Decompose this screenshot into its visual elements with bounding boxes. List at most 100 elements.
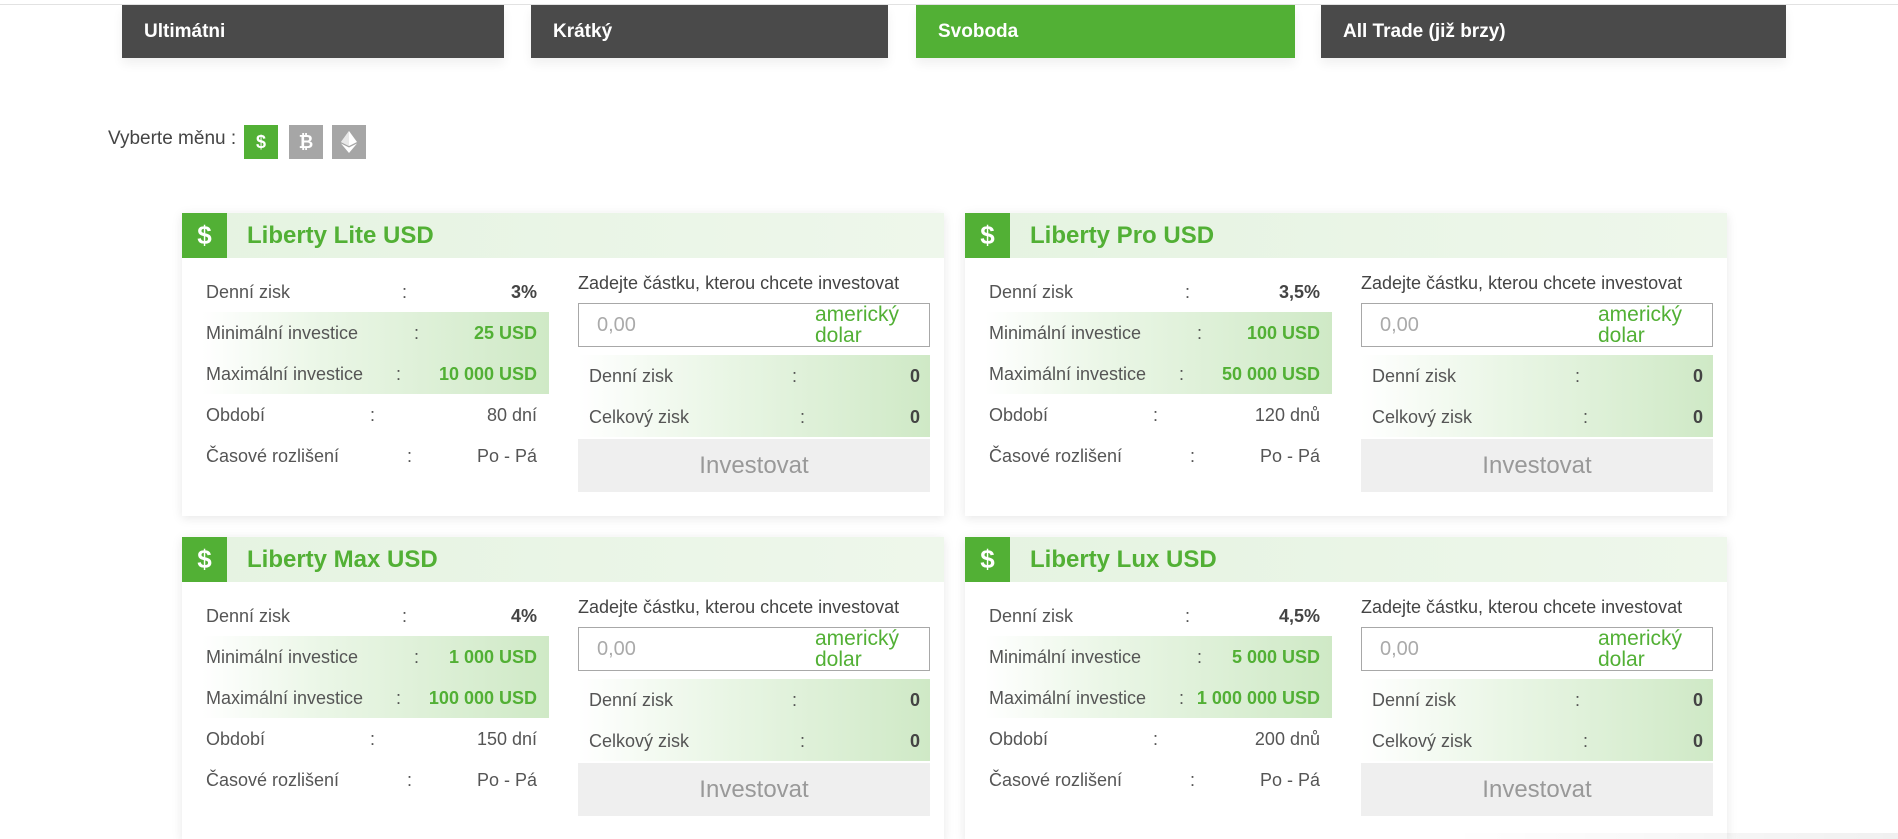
plan-detail-value: 3,5% bbox=[1278, 282, 1320, 302]
plan-detail-label: Denní zisk bbox=[989, 606, 1074, 626]
separator: : bbox=[1179, 364, 1185, 384]
total-profit-row: Celkový zisk : 0 bbox=[578, 396, 930, 437]
plan-title: Liberty Lite USD bbox=[247, 222, 434, 249]
amount-currency-unit: americký dolar bbox=[1598, 627, 1683, 671]
plan-detail-value: 200 dnů bbox=[1254, 729, 1320, 749]
plan-detail-row: Časové rozlišení : Po - Pá bbox=[985, 435, 1332, 476]
daily-profit-value: 0 bbox=[1692, 366, 1703, 386]
invest-button[interactable]: Investovat bbox=[1361, 763, 1713, 816]
total-profit-value: 0 bbox=[1692, 407, 1703, 427]
plan-detail-value: 4,5% bbox=[1278, 606, 1320, 626]
plan-detail-label: Období bbox=[989, 405, 1049, 425]
plan-details: Denní zisk : 4,5% Minimální investice : … bbox=[985, 595, 1332, 800]
separator: : bbox=[1153, 405, 1159, 425]
separator: : bbox=[1197, 323, 1203, 343]
plan-detail-row: Maximální investice : 1 000 000 USD bbox=[985, 677, 1332, 718]
plan-detail-label: Časové rozlišení bbox=[989, 446, 1123, 466]
dollar-icon: $ bbox=[182, 537, 227, 582]
page-shadow bbox=[1450, 833, 1898, 839]
separator: : bbox=[792, 690, 798, 710]
plan-detail-value: 1 000 USD bbox=[448, 647, 537, 667]
separator: : bbox=[800, 407, 806, 427]
invest-button[interactable]: Investovat bbox=[578, 763, 930, 816]
amount-input[interactable] bbox=[1362, 304, 1592, 346]
plan-detail-label: Období bbox=[206, 729, 266, 749]
plan-detail-label: Denní zisk bbox=[206, 282, 291, 302]
tab-all-trade[interactable]: All Trade (již brzy) bbox=[1321, 5, 1786, 58]
plan-card: $ Liberty Lux USD Denní zisk : 4,5% Mini… bbox=[965, 537, 1727, 839]
plan-detail-value: 3% bbox=[510, 282, 537, 302]
plan-detail-row: Denní zisk : 3,5% bbox=[985, 271, 1332, 312]
separator: : bbox=[370, 405, 376, 425]
plan-detail-value: 10 000 USD bbox=[438, 364, 537, 384]
separator: : bbox=[792, 366, 798, 386]
plan-header: $ Liberty Max USD bbox=[182, 537, 944, 582]
separator: : bbox=[414, 323, 420, 343]
amount-field: americký dolar bbox=[1361, 627, 1713, 671]
plan-detail-label: Denní zisk bbox=[989, 282, 1074, 302]
daily-profit-label: Denní zisk bbox=[589, 690, 674, 710]
plan-detail-value: 150 dní bbox=[476, 729, 537, 749]
separator: : bbox=[407, 770, 413, 790]
tab-svoboda[interactable]: Svoboda bbox=[916, 5, 1295, 58]
separator: : bbox=[1190, 446, 1196, 466]
currency-eth-button[interactable] bbox=[332, 125, 366, 159]
separator: : bbox=[402, 282, 408, 302]
tab-ultimatni[interactable]: Ultimátni bbox=[122, 5, 504, 58]
plan-detail-label: Časové rozlišení bbox=[206, 770, 340, 790]
daily-profit-label: Denní zisk bbox=[589, 366, 674, 386]
investment-calculator: Zadejte částku, kterou chcete investovat… bbox=[578, 271, 930, 492]
separator: : bbox=[396, 364, 402, 384]
daily-profit-value: 0 bbox=[909, 366, 920, 386]
amount-currency-unit: americký dolar bbox=[1598, 303, 1683, 347]
plan-detail-row: Minimální investice : 25 USD bbox=[202, 312, 549, 353]
separator: : bbox=[1190, 770, 1196, 790]
plan-detail-label: Období bbox=[989, 729, 1049, 749]
tab-kratky[interactable]: Krátký bbox=[531, 5, 888, 58]
investment-calculator: Zadejte částku, kterou chcete investovat… bbox=[1361, 595, 1713, 816]
plan-detail-value: 100 000 USD bbox=[428, 688, 537, 708]
plan-detail-value: 120 dnů bbox=[1254, 405, 1320, 425]
plan-detail-row: Období : 80 dní bbox=[202, 394, 549, 435]
amount-input[interactable] bbox=[579, 304, 809, 346]
total-profit-row: Celkový zisk : 0 bbox=[1361, 396, 1713, 437]
currency-selector-label: Vyberte měnu : bbox=[108, 128, 237, 149]
plan-title: Liberty Lux USD bbox=[1030, 546, 1217, 573]
plan-detail-value: Po - Pá bbox=[1259, 770, 1320, 790]
currency-usd-button[interactable]: $ bbox=[244, 125, 278, 159]
calculator-title: Zadejte částku, kterou chcete investovat bbox=[578, 273, 900, 293]
invest-button[interactable]: Investovat bbox=[1361, 439, 1713, 492]
plan-detail-row: Maximální investice : 100 000 USD bbox=[202, 677, 549, 718]
plan-detail-row: Časové rozlišení : Po - Pá bbox=[985, 759, 1332, 800]
daily-profit-value: 0 bbox=[909, 690, 920, 710]
amount-field: americký dolar bbox=[578, 303, 930, 347]
investment-calculator: Zadejte částku, kterou chcete investovat… bbox=[578, 595, 930, 816]
amount-input[interactable] bbox=[1362, 628, 1592, 670]
total-profit-label: Celkový zisk bbox=[589, 731, 690, 751]
plan-card: $ Liberty Pro USD Denní zisk : 3,5% Mini… bbox=[965, 213, 1727, 516]
calculator-title: Zadejte částku, kterou chcete investovat bbox=[578, 597, 900, 617]
total-profit-row: Celkový zisk : 0 bbox=[1361, 720, 1713, 761]
plan-detail-label: Minimální investice bbox=[989, 647, 1142, 667]
investment-calculator: Zadejte částku, kterou chcete investovat… bbox=[1361, 271, 1713, 492]
amount-currency-unit: americký dolar bbox=[815, 627, 900, 671]
plan-detail-label: Období bbox=[206, 405, 266, 425]
plan-detail-value: 100 USD bbox=[1246, 323, 1320, 343]
plan-title: Liberty Pro USD bbox=[1030, 222, 1215, 249]
ethereum-icon bbox=[341, 131, 357, 153]
separator: : bbox=[1185, 606, 1191, 626]
plan-header: $ Liberty Pro USD bbox=[965, 213, 1727, 258]
separator: : bbox=[1583, 731, 1589, 751]
separator: : bbox=[396, 688, 402, 708]
amount-input[interactable] bbox=[579, 628, 809, 670]
separator: : bbox=[414, 647, 420, 667]
currency-btc-button[interactable]: ₿ bbox=[289, 125, 323, 159]
daily-profit-label: Denní zisk bbox=[1372, 690, 1457, 710]
total-profit-value: 0 bbox=[1692, 731, 1703, 751]
plan-detail-row: Minimální investice : 5 000 USD bbox=[985, 636, 1332, 677]
plan-detail-row: Období : 200 dnů bbox=[985, 718, 1332, 759]
daily-profit-row: Denní zisk : 0 bbox=[578, 355, 930, 396]
total-profit-value: 0 bbox=[909, 407, 920, 427]
invest-button[interactable]: Investovat bbox=[578, 439, 930, 492]
plan-detail-label: Denní zisk bbox=[206, 606, 291, 626]
